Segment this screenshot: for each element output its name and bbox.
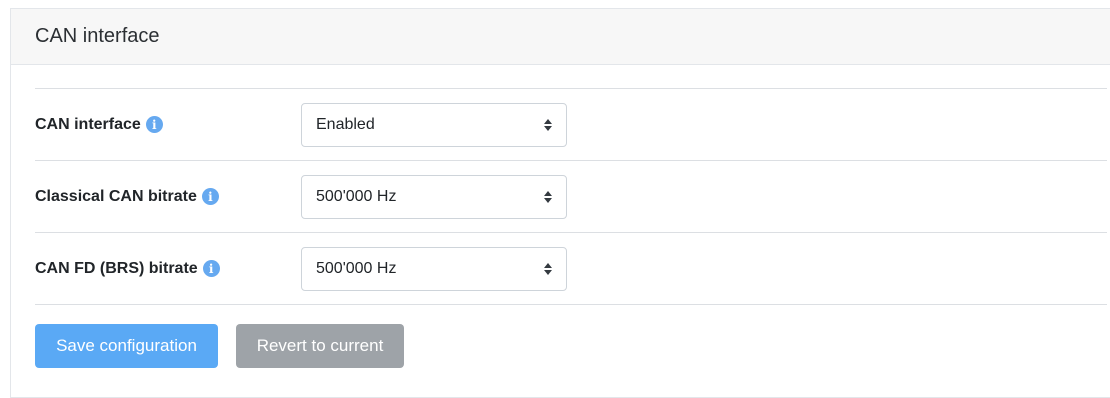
save-configuration-button[interactable]: Save configuration [35,324,218,368]
sort-arrows-icon [544,190,552,203]
panel-header: CAN interface [11,9,1110,65]
panel-title: CAN interface [35,25,160,47]
panel-body: CAN interface i Enabled Classical CAN bi… [11,88,1110,368]
can-interface-select-value: Enabled [316,115,375,133]
sort-arrows-icon [544,262,552,275]
revert-to-current-button[interactable]: Revert to current [236,324,404,368]
info-icon[interactable]: i [145,116,163,133]
sort-arrows-icon [544,118,552,131]
classical-can-bitrate-label: Classical CAN bitrate [35,187,197,205]
info-icon[interactable]: i [202,260,220,277]
row-can-fd-bitrate: CAN FD (BRS) bitrate i 500'000 Hz [35,233,1107,305]
row-can-interface: CAN interface i Enabled [35,89,1107,161]
can-interface-label: CAN interface [35,115,141,133]
classical-can-bitrate-select-value: 500'000 Hz [316,187,397,205]
row-label: CAN FD (BRS) bitrate i [35,260,301,278]
row-classical-can-bitrate: Classical CAN bitrate i 500'000 Hz [35,161,1107,233]
row-label: Classical CAN bitrate i [35,188,301,206]
can-fd-bitrate-label: CAN FD (BRS) bitrate [35,259,198,277]
form-actions: Save configuration Revert to current [35,324,1110,368]
row-label: CAN interface i [35,116,301,134]
can-interface-panel: CAN interface CAN interface i Enabled Cl… [10,8,1110,398]
can-fd-bitrate-select-value: 500'000 Hz [316,259,397,277]
can-fd-bitrate-select[interactable]: 500'000 Hz [301,246,567,291]
classical-can-bitrate-select[interactable]: 500'000 Hz [301,174,567,219]
info-icon[interactable]: i [201,188,219,205]
can-interface-select[interactable]: Enabled [301,102,567,147]
